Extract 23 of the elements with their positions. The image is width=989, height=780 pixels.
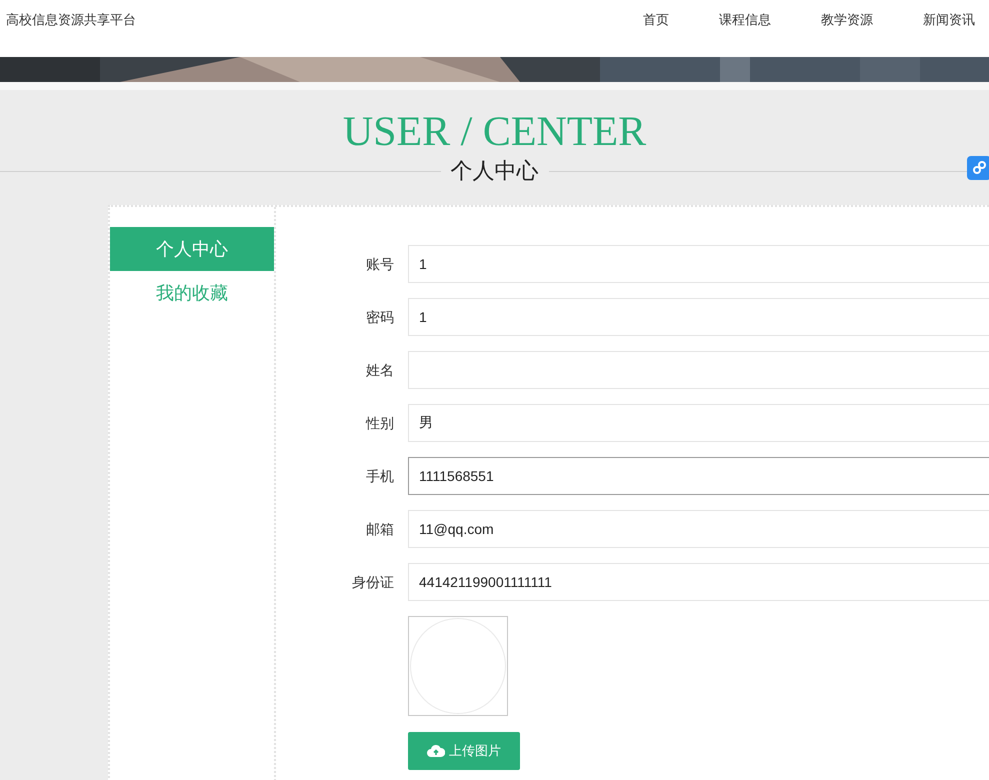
nav-link[interactable]: 新闻资讯 [923,10,975,30]
field-label: 账号 [365,254,394,274]
field-label: 姓名 [365,360,394,380]
page-subtitle: 个人中心 [450,157,538,185]
nav-link[interactable]: 教学资源 [821,10,873,30]
field-label: 身份证 [351,572,394,592]
field-label: 邮箱 [365,520,394,538]
field-label: 密码 [365,308,394,326]
page-title: USER / CENTER [342,108,646,156]
input-field[interactable]: 441421199001111111 [408,563,989,601]
field-label: 性别 [364,414,394,432]
share-icon[interactable] [967,156,989,180]
input-field[interactable]: 男 [408,404,989,442]
field-label: 手机 [365,466,394,486]
cloud-upload-icon [427,744,445,758]
nav-link[interactable]: 课程信息 [719,10,771,30]
input-field[interactable]: 1 [408,298,989,336]
input-field[interactable]: 1111568551 [408,457,989,495]
nav-link[interactable]: 首页 [643,10,669,30]
input-field[interactable]: 1 [408,245,989,283]
site-title: 高校信息资源共享平台 [6,11,136,29]
input-field[interactable]: 11@qq.com [408,510,989,548]
input-field[interactable] [408,351,989,389]
